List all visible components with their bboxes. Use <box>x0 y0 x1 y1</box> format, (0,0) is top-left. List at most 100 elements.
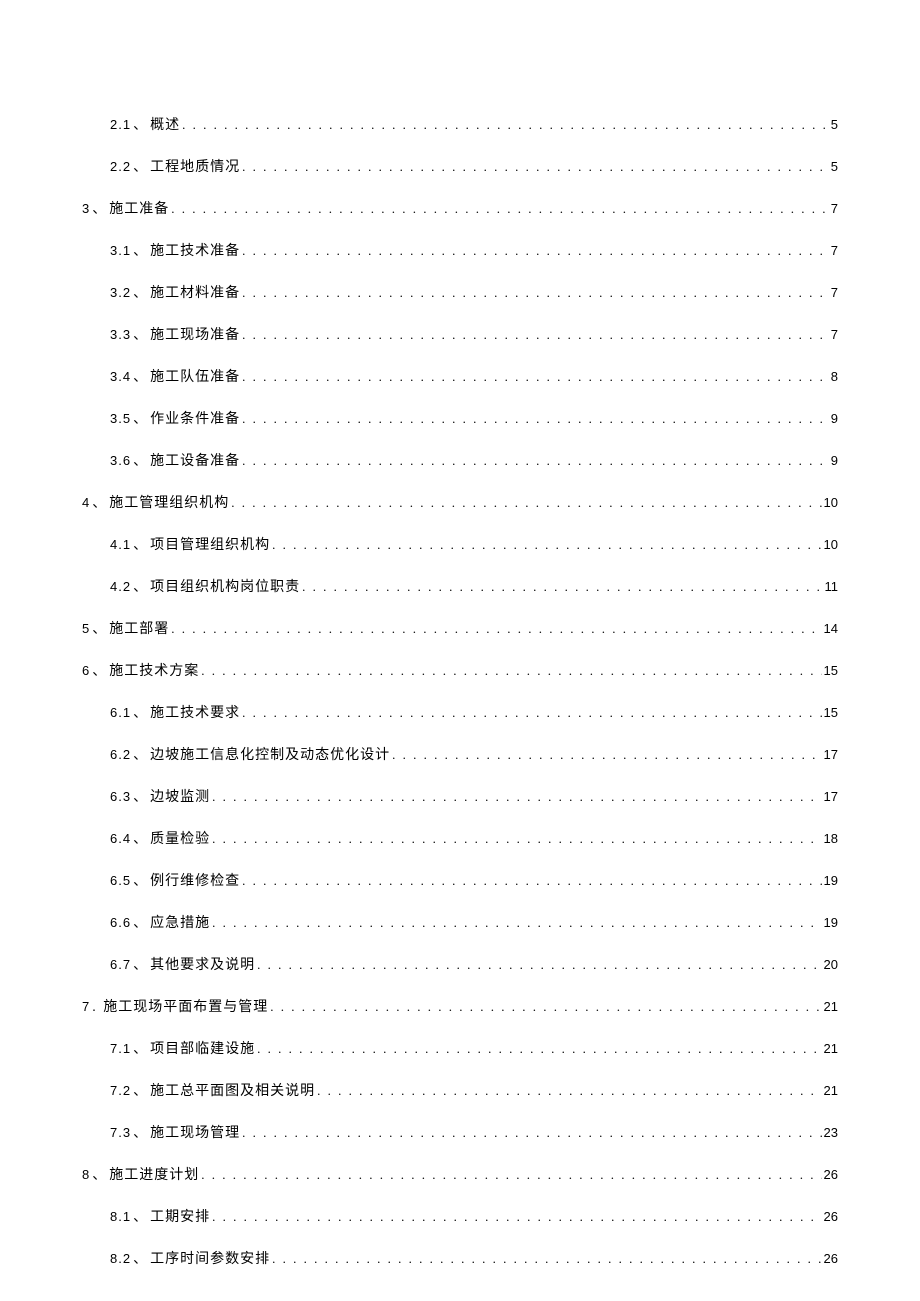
toc-entry-page: 21 <box>824 1039 838 1059</box>
toc-dots: . . . . . . . . . . . . . . . . . . . . … <box>171 199 829 219</box>
toc-entry: 4.2、项目组织机构岗位职责. . . . . . . . . . . . . … <box>82 577 838 598</box>
toc-entry-title: 施工部署 <box>109 622 169 637</box>
toc-entry-number: 5 <box>82 621 90 636</box>
toc-entry-page: 8 <box>831 367 838 387</box>
toc-entry-title: 例行维修检查 <box>150 874 240 889</box>
toc-entry-label: 6.7、其他要求及说明 <box>110 955 255 976</box>
toc-entry-page: 11 <box>825 577 839 597</box>
toc-entry: 3.4、施工队伍准备. . . . . . . . . . . . . . . … <box>82 367 838 388</box>
toc-entry-separator: 、 <box>133 412 148 427</box>
toc-entry: 4.1、项目管理组织机构. . . . . . . . . . . . . . … <box>82 535 838 556</box>
toc-entry-page: 20 <box>824 955 838 975</box>
toc-entry-separator: 、 <box>92 664 107 679</box>
toc-entry-label: 4.1、项目管理组织机构 <box>110 535 270 556</box>
toc-entry-title: 项目部临建设施 <box>150 1042 255 1057</box>
toc-dots: . . . . . . . . . . . . . . . . . . . . … <box>242 871 821 891</box>
toc-entry: 6.7、其他要求及说明. . . . . . . . . . . . . . .… <box>82 955 838 976</box>
toc-entry-page: 26 <box>824 1249 838 1269</box>
toc-entry-separator: 、 <box>133 328 148 343</box>
toc-entry-label: 3.6、施工设备准备 <box>110 451 240 472</box>
toc-entry-label: 3.3、施工现场准备 <box>110 325 240 346</box>
toc-dots: . . . . . . . . . . . . . . . . . . . . … <box>212 913 821 933</box>
toc-entry-separator: 、 <box>133 160 148 175</box>
toc-dots: . . . . . . . . . . . . . . . . . . . . … <box>257 1039 821 1059</box>
toc-dots: . . . . . . . . . . . . . . . . . . . . … <box>182 115 829 135</box>
toc-entry-page: 17 <box>824 745 838 765</box>
toc-entry-number: 8.1 <box>110 1209 131 1224</box>
toc-dots: . . . . . . . . . . . . . . . . . . . . … <box>242 703 821 723</box>
toc-entry-label: 4、施工管理组织机构 <box>82 493 229 514</box>
toc-dots: . . . . . . . . . . . . . . . . . . . . … <box>392 745 821 765</box>
toc-entry: 6.4、质量检验. . . . . . . . . . . . . . . . … <box>82 829 838 850</box>
toc-entry-page: 7 <box>831 241 838 261</box>
toc-entry-number: 4.1 <box>110 537 131 552</box>
toc-entry-title: 工期安排 <box>150 1210 210 1225</box>
toc-entry-separator: 、 <box>133 1252 148 1267</box>
toc-dots: . . . . . . . . . . . . . . . . . . . . … <box>242 241 829 261</box>
toc-dots: . . . . . . . . . . . . . . . . . . . . … <box>242 283 829 303</box>
toc-entry-label: 6.5、例行维修检查 <box>110 871 240 892</box>
toc-entry-separator: 、 <box>133 1042 148 1057</box>
toc-entry-label: 6.2、边坡施工信息化控制及动态优化设计 <box>110 745 390 766</box>
toc-entry-number: 3.3 <box>110 327 131 342</box>
table-of-contents: 2.1、概述. . . . . . . . . . . . . . . . . … <box>82 115 838 1270</box>
toc-entry: 7.1、项目部临建设施. . . . . . . . . . . . . . .… <box>82 1039 838 1060</box>
toc-entry-page: 15 <box>824 661 838 681</box>
toc-entry-page: 19 <box>824 871 838 891</box>
toc-entry-separator: 、 <box>133 958 148 973</box>
toc-entry-title: 施工技术方案 <box>109 664 199 679</box>
toc-entry-title: 施工准备 <box>109 202 169 217</box>
toc-entry-number: 6 <box>82 663 90 678</box>
toc-entry-number: 3 <box>82 201 90 216</box>
toc-entry-number: 6.3 <box>110 789 131 804</box>
toc-entry: 6.5、例行维修检查. . . . . . . . . . . . . . . … <box>82 871 838 892</box>
toc-entry-label: 2.2、工程地质情况 <box>110 157 240 178</box>
toc-dots: . . . . . . . . . . . . . . . . . . . . … <box>242 367 829 387</box>
toc-entry-title: 工程地质情况 <box>150 160 240 175</box>
toc-dots: . . . . . . . . . . . . . . . . . . . . … <box>212 787 821 807</box>
toc-entry-separator: 、 <box>133 454 148 469</box>
toc-entry-title: 边坡监测 <box>150 790 210 805</box>
toc-entry-title: 项目管理组织机构 <box>150 538 270 553</box>
toc-entry-label: 4.2、项目组织机构岗位职责 <box>110 577 300 598</box>
toc-entry-label: 8.2、工序时间参数安排 <box>110 1249 270 1270</box>
toc-entry-page: 10 <box>824 493 838 513</box>
toc-entry: 3、施工准备. . . . . . . . . . . . . . . . . … <box>82 199 838 220</box>
toc-entry-number: 2.2 <box>110 159 131 174</box>
toc-entry-page: 7 <box>831 325 838 345</box>
toc-entry-number: 7.1 <box>110 1041 131 1056</box>
toc-dots: . . . . . . . . . . . . . . . . . . . . … <box>272 535 821 555</box>
toc-entry-title: 施工材料准备 <box>150 286 240 301</box>
toc-entry-page: 7 <box>831 199 838 219</box>
toc-entry-separator: 、 <box>133 1210 148 1225</box>
toc-entry-title: 其他要求及说明 <box>150 958 255 973</box>
toc-entry: 4、施工管理组织机构. . . . . . . . . . . . . . . … <box>82 493 838 514</box>
toc-entry-separator: 、 <box>133 538 148 553</box>
toc-entry-title: 施工总平面图及相关说明 <box>150 1084 315 1099</box>
toc-entry-label: 6.1、施工技术要求 <box>110 703 240 724</box>
toc-entry: 2.1、概述. . . . . . . . . . . . . . . . . … <box>82 115 838 136</box>
toc-entry: 2.2、工程地质情况. . . . . . . . . . . . . . . … <box>82 157 838 178</box>
toc-entry-page: 19 <box>824 913 838 933</box>
toc-dots: . . . . . . . . . . . . . . . . . . . . … <box>242 325 829 345</box>
toc-entry: 8、施工进度计划. . . . . . . . . . . . . . . . … <box>82 1165 838 1186</box>
toc-dots: . . . . . . . . . . . . . . . . . . . . … <box>231 493 821 513</box>
toc-dots: . . . . . . . . . . . . . . . . . . . . … <box>242 157 829 177</box>
toc-entry-title: 概述 <box>150 118 180 133</box>
toc-entry-label: 3.5、作业条件准备 <box>110 409 240 430</box>
toc-entry-number: 3.6 <box>110 453 131 468</box>
toc-entry-separator: 、 <box>133 244 148 259</box>
toc-dots: . . . . . . . . . . . . . . . . . . . . … <box>302 577 822 597</box>
toc-entry-page: 10 <box>824 535 838 555</box>
toc-dots: . . . . . . . . . . . . . . . . . . . . … <box>171 619 821 639</box>
toc-entry-title: 施工队伍准备 <box>150 370 240 385</box>
toc-entry-title: 边坡施工信息化控制及动态优化设计 <box>150 748 390 763</box>
toc-entry-title: 施工现场准备 <box>150 328 240 343</box>
toc-entry: 6.1、施工技术要求. . . . . . . . . . . . . . . … <box>82 703 838 724</box>
toc-entry-label: 7.2、施工总平面图及相关说明 <box>110 1081 315 1102</box>
toc-entry: 6.3、边坡监测. . . . . . . . . . . . . . . . … <box>82 787 838 808</box>
toc-entry-label: 7.1、项目部临建设施 <box>110 1039 255 1060</box>
toc-entry-title: 施工现场平面布置与管理 <box>103 1000 268 1015</box>
toc-entry-number: 8.2 <box>110 1251 131 1266</box>
toc-entry-label: 3.2、施工材料准备 <box>110 283 240 304</box>
